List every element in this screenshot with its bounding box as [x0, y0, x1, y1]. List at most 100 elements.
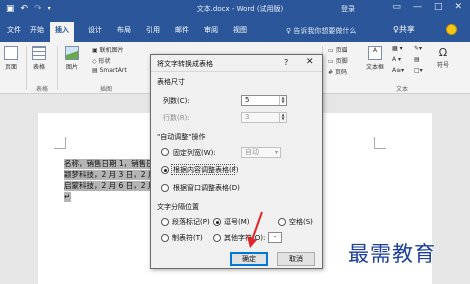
word-window: ▣ ↶ ↷ ▾ 文本.docx - Word (试用版) 登录 ▭ — □ ✕ … [0, 0, 470, 284]
dialog-title: 将文字转换成表格 [157, 60, 213, 68]
undo-icon[interactable]: ↶ [21, 3, 29, 15]
dropcap-icon[interactable]: A≡▾ [392, 67, 404, 74]
close-icon[interactable]: ✕ [454, 2, 462, 12]
group-text-label: 文本 [396, 86, 409, 93]
fixed-width-radio[interactable] [161, 148, 169, 156]
separator-other-label: 其他字符(O): [224, 234, 266, 242]
page-icon [4, 46, 18, 60]
ribbon-tabs: 文件 开始 插入 设计 布局 引用 邮件 审阅 视图 ♀ 告诉我你想要做什么 ♀… [0, 18, 470, 42]
redo-icon[interactable]: ↷ [34, 3, 42, 15]
picture-icon [65, 46, 79, 60]
save-icon[interactable]: ▣ [6, 3, 15, 15]
tab-references[interactable]: 引用 [146, 25, 160, 35]
table-icon [32, 46, 46, 60]
rows-label: 行数(R): [163, 114, 190, 122]
separator-other-radio[interactable] [213, 234, 221, 242]
online-picture-icon: ▣ [92, 47, 98, 54]
datetime-icon[interactable]: ▤ [414, 56, 420, 63]
columns-spinner[interactable]: 5 ▲ ▼ [241, 95, 287, 106]
close-button[interactable]: ✕ [306, 57, 314, 67]
convert-text-to-table-dialog: 将文字转换成表格 ? ✕ 表格尺寸 列数(C): 5 ▲ ▼ 行数(R): 3 ▲… [150, 54, 323, 269]
rows-value: 3 [245, 113, 250, 121]
title-bar: ▣ ↶ ↷ ▾ 文本.docx - Word (试用版) 登录 ▭ — □ ✕ [0, 0, 470, 18]
page-number-button[interactable]: # 页码 [328, 67, 347, 76]
object-icon[interactable]: □▾ [414, 67, 423, 74]
spinner-arrows-icon: ▲ ▼ [279, 113, 286, 122]
quick-access-toolbar: ▣ ↶ ↷ ▾ [6, 3, 51, 15]
fixed-width-select: 自动 ▾ [241, 147, 281, 158]
separator-paragraph-label: 段落标记(P) [172, 218, 210, 226]
document-text-line[interactable]: 名称，销售日期 1，销售日 [64, 159, 156, 169]
ribbon-options-icon[interactable]: ▭ [392, 2, 401, 12]
autofit-heading: "自动调整"操作 [157, 133, 206, 141]
group-tables-label: 表格 [36, 86, 49, 93]
tab-home[interactable]: 开始 [30, 25, 44, 35]
separator-space-label: 空格(S) [289, 218, 313, 226]
ok-button[interactable]: 确定 [230, 252, 268, 266]
margin-corner-mark [54, 137, 66, 149]
smartart-button[interactable]: ▤ SmartArt [92, 67, 127, 74]
picture-button[interactable]: 图片 [65, 46, 79, 71]
autofit-content-label: 根据内容调整表格(F) [173, 166, 239, 174]
restore-icon[interactable]: □ [434, 2, 443, 12]
ribbon-divider [57, 46, 58, 90]
separator-tab-label: 制表符(T) [172, 234, 203, 242]
margin-corner-mark [374, 137, 386, 149]
other-character-input[interactable]: - [268, 232, 282, 243]
symbol-button[interactable]: Ω 符号 [437, 46, 449, 69]
separator-space-radio[interactable] [278, 218, 286, 226]
separator-comma-radio[interactable] [213, 218, 221, 226]
page-number-icon: # [328, 69, 334, 76]
cancel-button[interactable]: 取消 [277, 252, 315, 266]
ribbon-divider [26, 46, 27, 90]
dialog-divider [151, 71, 322, 72]
watermark-logo: 最需教育 [348, 242, 436, 266]
document-title: 文本.docx - Word (试用版) [196, 5, 284, 13]
autofit-window-radio[interactable] [161, 184, 169, 192]
tab-view[interactable]: 视图 [233, 25, 247, 35]
separator-tab-radio[interactable] [161, 234, 169, 242]
autofit-content-radio[interactable] [161, 166, 169, 174]
footer-icon: ▭ [328, 58, 334, 65]
tab-design[interactable]: 设计 [88, 25, 102, 35]
pages-button[interactable]: 页面 [4, 46, 18, 71]
table-size-heading: 表格尺寸 [157, 78, 185, 86]
smartart-icon: ▤ [92, 67, 98, 74]
table-button[interactable]: 表格 [32, 46, 46, 71]
header-button[interactable]: ▭ 页眉 [328, 45, 348, 54]
help-button[interactable]: ? [284, 58, 288, 67]
feedback-smiley-icon[interactable] [446, 24, 457, 35]
minimize-icon[interactable]: — [413, 2, 422, 12]
tell-me-search[interactable]: ♀ 告诉我你想要做什么 [286, 26, 356, 36]
group-illustrations-label: 插图 [100, 86, 113, 93]
separator-paragraph-radio[interactable] [161, 218, 169, 226]
shapes-icon: ◇ [92, 58, 97, 65]
signature-icon[interactable]: ✎▾ [414, 45, 422, 52]
spinner-arrows-icon[interactable]: ▲ ▼ [279, 96, 286, 105]
tab-file[interactable]: 文件 [7, 25, 21, 35]
separator-heading: 文字分隔位置 [157, 203, 199, 211]
online-picture-button[interactable]: ▣ 联机图片 [92, 45, 124, 54]
columns-label: 列数(C): [163, 97, 190, 105]
shapes-button[interactable]: ◇ 形状 [92, 56, 111, 65]
share-button[interactable]: ♀共享 [393, 24, 415, 35]
quick-parts-icon[interactable]: ▦ ▾ [392, 45, 403, 52]
textbox-button[interactable]: A 文本框 [366, 46, 384, 71]
separator-comma-label: 逗号(M) [224, 218, 250, 226]
customize-icon[interactable]: ▾ [48, 3, 51, 15]
tab-mailings[interactable]: 邮件 [175, 25, 189, 35]
login-link[interactable]: 登录 [341, 4, 355, 14]
rows-spinner: 3 ▲ ▼ [241, 112, 287, 123]
footer-button[interactable]: ▭ 页脚 [328, 56, 348, 65]
tab-review[interactable]: 审阅 [204, 25, 218, 35]
fixed-width-label: 固定列宽(W): [173, 149, 216, 157]
header-icon: ▭ [328, 47, 334, 54]
paragraph-mark: ↵ [64, 192, 71, 202]
wordart-icon[interactable]: A ▾ [392, 56, 401, 63]
dropdown-caret-icon: ▾ [274, 149, 278, 156]
textbox-icon: A [368, 46, 382, 60]
tab-layout[interactable]: 布局 [117, 25, 131, 35]
autofit-window-label: 根据窗口调整表格(D) [173, 184, 240, 192]
tab-insert[interactable]: 插入 [50, 22, 74, 42]
window-controls: ▭ — □ ✕ [392, 2, 462, 12]
